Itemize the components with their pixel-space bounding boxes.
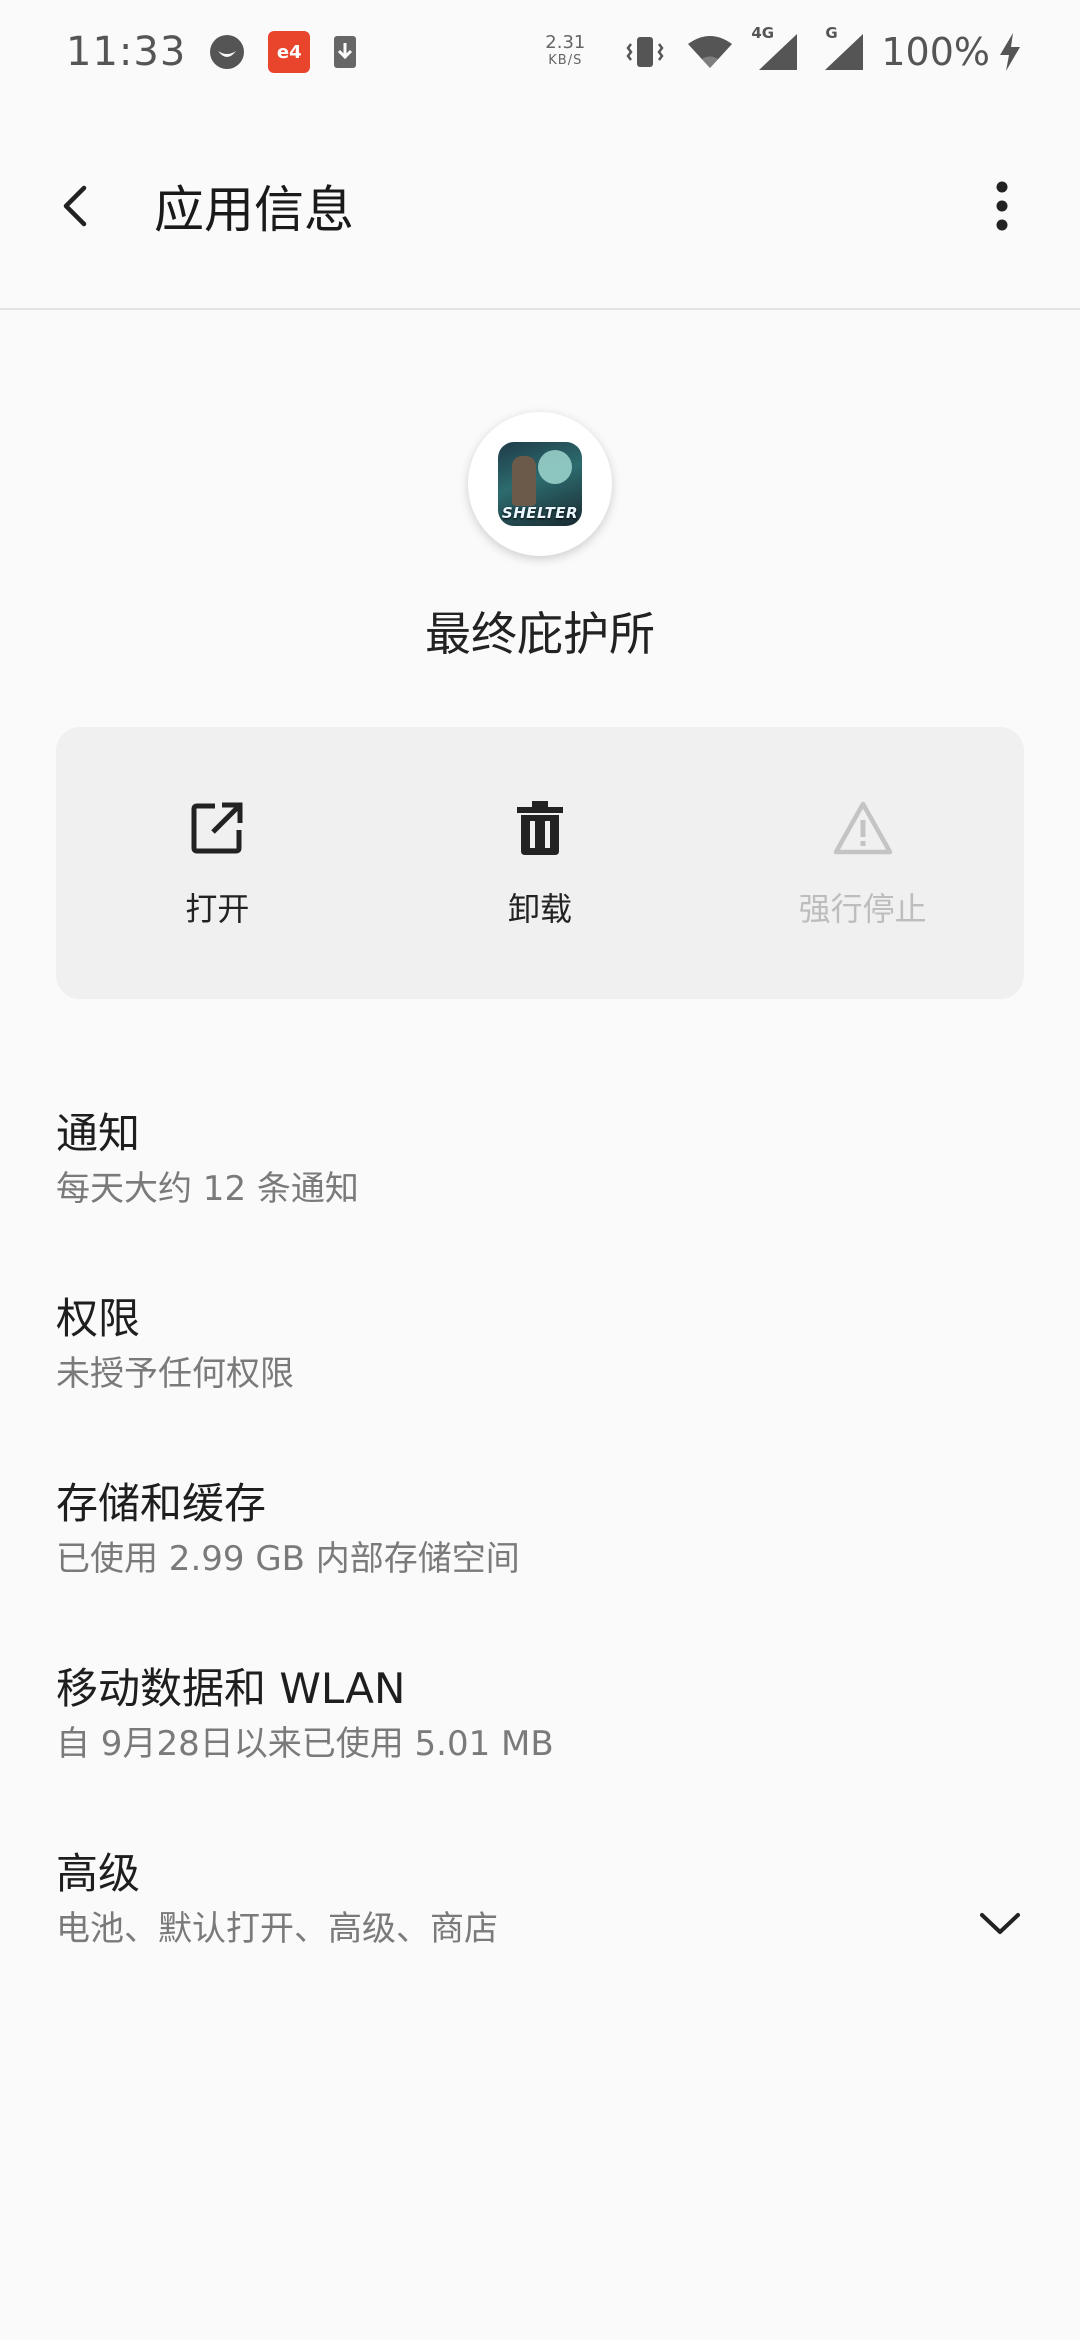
app-header: SHELTER 最终庇护所 (0, 412, 1080, 664)
storage-summary: 已使用 2.99 GB 内部存储空间 (56, 1539, 520, 1579)
charging-icon (998, 32, 1022, 72)
chevron-down-icon[interactable] (976, 1900, 1024, 1948)
toolbar: 应用信息 (0, 104, 1080, 310)
data-usage-title: 移动数据和 WLAN (56, 1664, 406, 1713)
storage-title: 存储和缓存 (56, 1479, 267, 1528)
vibrate-icon (625, 34, 665, 70)
back-arrow-icon (63, 185, 87, 227)
app-icon-container: SHELTER (468, 412, 612, 556)
notifications-item[interactable]: 通知 每天大约 12 条通知 (0, 1076, 1080, 1261)
data-usage-item[interactable]: 移动数据和 WLAN 自 9月28日以来已使用 5.01 MB (0, 1631, 1080, 1816)
moon-app-icon (208, 33, 246, 71)
app-icon-text: SHELTER (501, 504, 579, 522)
status-time: 11:33 (66, 29, 187, 75)
uninstall-label: 卸载 (508, 890, 573, 928)
wifi-icon (687, 34, 733, 70)
network-speed-value: 2.31 (545, 32, 586, 53)
settings-list: 通知 每天大约 12 条通知 权限 未授予任何权限 存储和缓存 已使用 2.99… (0, 1076, 1080, 2001)
permissions-summary: 未授予任何权限 (56, 1354, 294, 1394)
uninstall-button[interactable]: 卸载 (379, 727, 702, 999)
status-bar-right: 2.31 KB/S 4G G 100% (545, 24, 1022, 74)
open-external-icon (185, 796, 249, 860)
network-g-label: G (825, 24, 838, 42)
advanced-title: 高级 (56, 1849, 141, 1898)
battery-percent: 100% (881, 30, 990, 74)
page-title: 应用信息 (154, 181, 354, 239)
network-speed-unit: KB/S (548, 53, 583, 68)
permissions-title: 权限 (56, 1294, 141, 1343)
status-bar-left: 11:33 e4 (66, 29, 358, 75)
data-usage-summary: 自 9月28日以来已使用 5.01 MB (56, 1724, 554, 1764)
permissions-item[interactable]: 权限 未授予任何权限 (0, 1261, 1080, 1446)
app-info-screen: 11:33 e4 2.31 KB/S 4G G 100% 应用信息 SHELTE… (0, 0, 1080, 2340)
app-icon-moon (538, 450, 572, 484)
notifications-title: 通知 (56, 1109, 141, 1158)
force-stop-label: 强行停止 (798, 890, 927, 928)
action-card: 打开 卸载 强行停止 (56, 727, 1024, 999)
status-bar: 11:33 e4 2.31 KB/S 4G G 100% (0, 0, 1080, 104)
warning-icon (831, 796, 895, 860)
network-speed: 2.31 KB/S (545, 34, 585, 70)
app-name: 最终庇护所 (425, 607, 655, 661)
trash-icon (508, 796, 572, 860)
notifications-summary: 每天大约 12 条通知 (56, 1169, 359, 1209)
open-button[interactable]: 打开 (56, 727, 379, 999)
cellular-g-icon: G (821, 24, 865, 72)
download-icon (332, 34, 358, 70)
network-4g-label: 4G (751, 24, 775, 42)
storage-item[interactable]: 存储和缓存 已使用 2.99 GB 内部存储空间 (0, 1446, 1080, 1631)
back-button[interactable] (48, 178, 104, 234)
more-options-button[interactable] (972, 166, 1032, 246)
more-vert-icon (996, 181, 1008, 231)
cellular-4g-icon: 4G (751, 24, 799, 72)
advanced-summary: 电池、默认打开、高级、商店 (56, 1909, 498, 1949)
advanced-item[interactable]: 高级 电池、默认打开、高级、商店 (0, 1816, 1080, 2001)
force-stop-button[interactable]: 强行停止 (701, 727, 1024, 999)
e4-app-icon: e4 (268, 31, 311, 73)
app-icon-figure (512, 456, 536, 506)
app-icon: SHELTER (498, 442, 582, 526)
open-label: 打开 (185, 890, 250, 928)
